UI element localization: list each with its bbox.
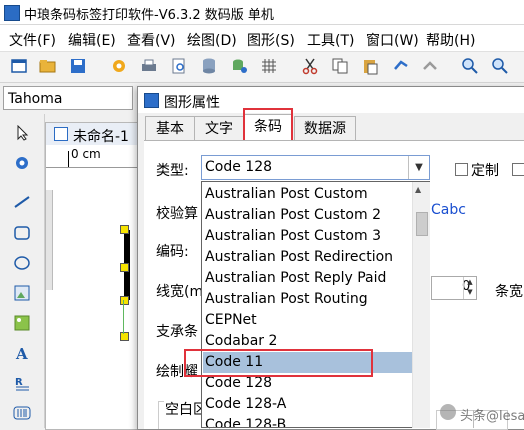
undo-icon[interactable]: [390, 56, 410, 76]
ruler-label: 0 cm: [71, 147, 101, 161]
main-toolbar: [0, 52, 524, 83]
menu-file[interactable]: 文件(F): [9, 30, 56, 50]
dialog-icon: [144, 93, 159, 108]
window-title: 中琅条码标签打印软件-V6.3.2 数码版 单机: [24, 8, 274, 23]
database-setup-icon[interactable]: [229, 56, 249, 76]
menu-help[interactable]: 帮助(H): [426, 30, 475, 50]
ruler-zero-tick: [68, 151, 69, 167]
selection-guide: [123, 300, 124, 334]
option-highlight-box: [184, 349, 373, 377]
menu-tools[interactable]: 工具(T): [307, 30, 354, 50]
drawing-toolbox: A R: [0, 114, 45, 428]
dropdown-option[interactable]: Code 128-B: [203, 415, 413, 427]
dropdown-option[interactable]: Australian Post Routing: [203, 289, 413, 310]
menu-window[interactable]: 窗口(W): [366, 30, 419, 50]
selection-handle[interactable]: [120, 225, 129, 234]
vertical-ruler: [46, 190, 53, 290]
cut-icon[interactable]: [300, 56, 320, 76]
rectangle-tool-icon[interactable]: [11, 222, 33, 244]
picture-tool-icon[interactable]: [11, 312, 33, 334]
grid-icon[interactable]: [259, 56, 279, 76]
spinner-arrows[interactable]: ▲ ▼: [463, 277, 476, 299]
barcode-type-select[interactable]: Code 128 ▼: [201, 155, 430, 180]
redo-icon[interactable]: [420, 56, 440, 76]
selection-handle[interactable]: [120, 263, 129, 272]
encoding-label: 编码:: [156, 244, 189, 260]
horizontal-ruler: 0 cm: [46, 145, 146, 168]
font-family-combo[interactable]: Tahoma: [3, 86, 133, 110]
document-tab[interactable]: 未命名-1: [46, 123, 146, 146]
scroll-thumb[interactable]: [416, 212, 428, 236]
bar-width-label: 条宽: [495, 284, 523, 300]
svg-text:A: A: [15, 345, 28, 362]
type-label: 类型:: [156, 163, 189, 179]
print-preview-icon[interactable]: [169, 56, 189, 76]
menu-edit[interactable]: 编辑(E): [68, 30, 116, 50]
app-icon: [4, 5, 20, 21]
tab-datasource[interactable]: 数据源: [294, 116, 356, 141]
barcode-type-dropdown: Australian Post Custom Australian Post C…: [201, 181, 430, 428]
save-icon[interactable]: [68, 56, 88, 76]
zoom-out-icon[interactable]: [490, 56, 510, 76]
settings-gear-icon[interactable]: [109, 56, 129, 76]
dialog-title-bar: 图形属性: [138, 87, 524, 113]
paste-icon[interactable]: [360, 56, 380, 76]
dropdown-option[interactable]: Australian Post Custom 2: [203, 205, 413, 226]
rich-text-tool-icon[interactable]: R: [11, 372, 33, 394]
linewidth-label: 线宽(m: [156, 284, 204, 300]
barcode-tool-icon[interactable]: [11, 402, 33, 424]
barcode-type-value: Code 128: [205, 159, 273, 175]
tab-text[interactable]: 文字: [194, 116, 244, 141]
svg-text:R: R: [15, 377, 23, 388]
tab-highlight-box: [243, 108, 293, 143]
support-bar-label: 支承条: [156, 324, 198, 340]
ellipse-tool-icon[interactable]: [11, 252, 33, 274]
tab-basic[interactable]: 基本: [145, 116, 195, 141]
document-window: [45, 122, 147, 430]
dropdown-option[interactable]: Australian Post Reply Paid: [203, 268, 413, 289]
watermark-text: 头条@lesa: [460, 409, 524, 424]
pointer-tool-icon[interactable]: [11, 122, 33, 144]
menu-draw[interactable]: 绘图(D): [187, 30, 237, 50]
document-icon: [54, 127, 68, 141]
open-icon[interactable]: [38, 56, 58, 76]
image-tool-icon[interactable]: [11, 282, 33, 304]
scroll-up-icon[interactable]: ▲: [415, 185, 421, 194]
line-tool-icon[interactable]: [11, 191, 33, 213]
new-icon[interactable]: [9, 56, 29, 76]
abc-label: Cabc: [431, 202, 466, 218]
watermark-logo-icon: [440, 404, 456, 420]
selection-handle[interactable]: [120, 332, 129, 341]
title-bar: 中琅条码标签打印软件-V6.3.2 数码版 单机: [0, 0, 524, 25]
dropdown-scrollbar[interactable]: ▲: [412, 182, 430, 428]
menu-shape[interactable]: 图形(S): [247, 30, 295, 50]
fixed-label: 定制: [471, 163, 499, 179]
text-tool-icon[interactable]: A: [11, 342, 33, 364]
document-tab-label: 未命名-1: [73, 129, 129, 145]
zoom-in-icon[interactable]: [460, 56, 480, 76]
watermark: 头条@lesa: [440, 402, 524, 424]
selection-handle[interactable]: [120, 296, 129, 305]
dropdown-option[interactable]: Code 128-A: [203, 394, 413, 415]
fixed-checkbox[interactable]: [455, 163, 468, 176]
dropdown-option[interactable]: Australian Post Custom 3: [203, 226, 413, 247]
print-icon[interactable]: [139, 56, 159, 76]
dropdown-option[interactable]: Australian Post Custom: [203, 184, 413, 205]
dialog-title: 图形属性: [164, 95, 220, 111]
dropdown-option[interactable]: CEPNet: [203, 310, 413, 331]
database-icon[interactable]: [199, 56, 219, 76]
menu-view[interactable]: 查看(V): [127, 30, 176, 50]
copy-icon[interactable]: [330, 56, 350, 76]
rotate-tool-icon[interactable]: [11, 152, 33, 174]
dropdown-option[interactable]: Australian Post Redirection: [203, 247, 413, 268]
menu-bar: 文件(F) 编辑(E) 查看(V) 绘图(D) 图形(S) 工具(T) 窗口(W…: [0, 25, 524, 52]
checksum-label: 校验算: [156, 206, 198, 222]
chevron-down-icon[interactable]: ▼: [408, 156, 429, 179]
extra-checkbox[interactable]: [512, 163, 524, 176]
